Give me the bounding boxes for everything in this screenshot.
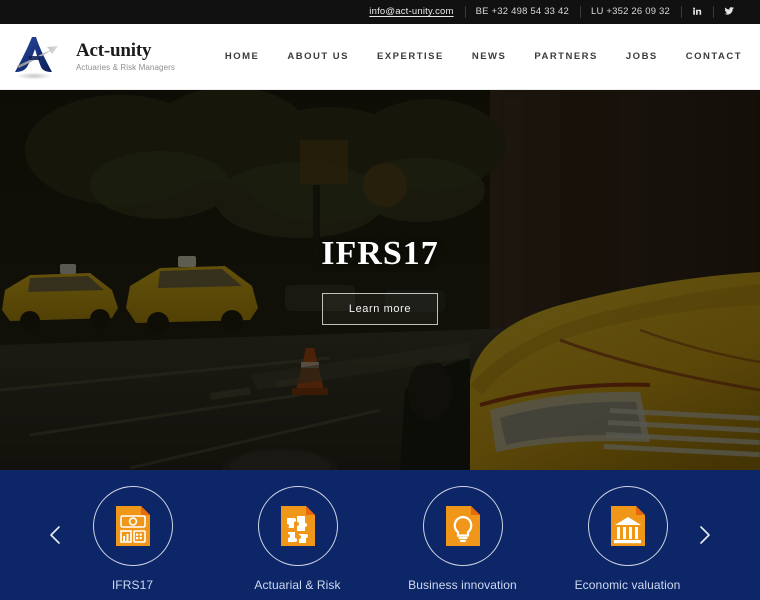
service-circle [587,486,668,566]
main-navigation: HOME ABOUT US EXPERTISE NEWS PARTNERS JO… [211,51,744,62]
service-label: IFRS17 [111,578,154,592]
services-list: IFRS17 Actuarial & Risk Business innovat… [70,486,690,593]
document-puzzle-icon [278,504,318,548]
nav-item-contact[interactable]: CONTACT [672,51,744,62]
phone-be[interactable]: BE +32 498 54 33 42 [464,0,580,24]
carousel-prev-button[interactable] [42,522,68,548]
document-finance-icon [113,504,153,548]
service-circle [422,486,503,566]
site-header: Act-unity Actuaries & Risk Managers HOME… [0,24,760,90]
nav-item-partners[interactable]: PARTNERS [520,51,612,62]
twitter-link[interactable] [713,0,746,24]
service-card-actuarial-risk[interactable]: Actuarial & Risk [235,486,360,593]
chevron-right-icon [697,524,713,546]
linkedin-icon [692,6,702,16]
carousel-next-button[interactable] [692,522,718,548]
nav-item-news[interactable]: NEWS [458,51,521,62]
hero-banner: IFRS17 Learn more [0,90,760,470]
brand-logo[interactable]: Act-unity Actuaries & Risk Managers [8,31,175,83]
top-utility-bar: info@act-unity.com BE +32 498 54 33 42 L… [0,0,760,24]
document-bank-icon [608,504,648,548]
nav-item-expertise[interactable]: EXPERTISE [363,51,458,62]
services-carousel: IFRS17 Actuarial & Risk Business innovat… [0,470,760,600]
nav-item-jobs[interactable]: JOBS [612,51,672,62]
service-label: Economic valuation [574,578,681,592]
service-card-business-innovation[interactable]: Business innovation [400,486,525,593]
phone-lu[interactable]: LU +352 26 09 32 [579,0,681,24]
email-link[interactable]: info@act-unity.com [358,0,464,24]
act-unity-logo-icon [8,31,70,83]
service-label: Actuarial & Risk [254,578,341,592]
brand-name: Act-unity [76,40,152,62]
nav-item-about-us[interactable]: ABOUT US [273,51,363,62]
chevron-left-icon [47,524,63,546]
hero-content: IFRS17 Learn more [0,90,760,470]
twitter-icon [724,6,735,16]
service-circle [257,486,338,566]
brand-text: Act-unity Actuaries & Risk Managers [76,41,175,72]
topbar-items: info@act-unity.com BE +32 498 54 33 42 L… [358,0,746,24]
service-card-economic-valuation[interactable]: Economic valuation [565,486,690,593]
hero-title: IFRS17 [321,235,439,272]
linkedin-link[interactable] [681,0,713,24]
brand-tagline: Actuaries & Risk Managers [76,62,175,72]
hero-learn-more-button[interactable]: Learn more [321,293,439,325]
nav-item-home[interactable]: HOME [211,51,274,62]
service-circle [92,486,173,566]
service-label: Business innovation [408,578,517,592]
service-card-ifrs17[interactable]: IFRS17 [70,486,195,593]
document-lightbulb-icon [443,504,483,548]
